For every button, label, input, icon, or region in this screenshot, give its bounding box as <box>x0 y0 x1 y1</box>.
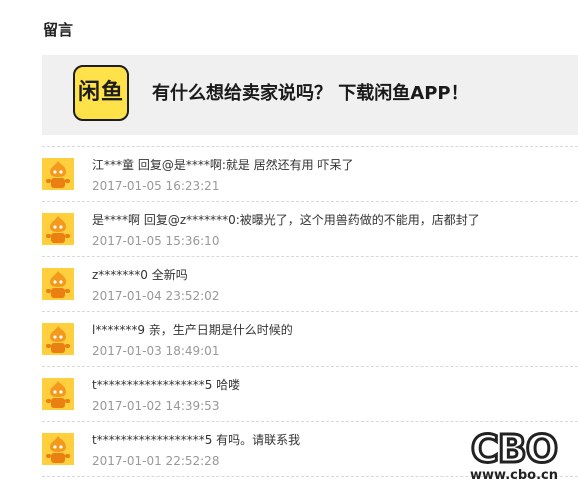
comment-item: 江***童 回复@是****啊:就是 居然还有用 吓呆了 2017-01-05 … <box>42 147 578 202</box>
comment-time: 2017-01-04 23:52:02 <box>92 289 220 303</box>
watermark-url: www.cbo.cn <box>470 468 558 483</box>
comment-item: t******************5 哈喽 2017-01-02 14:39… <box>42 367 578 422</box>
comment-item: 是****啊 回复@z*******0:被曝光了，这个用兽药做的不能用，店都封了… <box>42 202 578 257</box>
banner-text: 有什么想给卖家说吗？ 下载闲鱼APP！ <box>152 83 469 104</box>
comment-time: 2017-01-03 18:49:01 <box>92 344 220 358</box>
section-title: 留言 <box>43 21 74 39</box>
orange-mascot-icon <box>42 158 74 190</box>
xianyu-logo-icon: 闲鱼 <box>73 65 129 121</box>
comment-item: z*******0 全新吗 2017-01-04 23:52:02 <box>42 257 578 312</box>
orange-mascot-icon <box>42 268 74 300</box>
comment-time: 2017-01-01 22:52:28 <box>92 454 220 468</box>
comment-text: t******************5 有吗。请联系我 <box>92 433 301 447</box>
orange-mascot-icon <box>42 323 74 355</box>
download-app-banner[interactable]: 闲鱼 有什么想给卖家说吗？ 下载闲鱼APP！ <box>42 55 578 135</box>
comment-item: l*******9 亲，生产日期是什么时候的 2017-01-03 18:49:… <box>42 312 578 367</box>
orange-mascot-icon <box>42 378 74 410</box>
comment-time: 2017-01-02 14:39:53 <box>92 399 220 413</box>
comment-time: 2017-01-05 16:23:21 <box>92 179 220 193</box>
cbo-watermark: CBO www.cbo.cn <box>460 427 568 486</box>
orange-mascot-icon <box>42 433 74 465</box>
orange-mascot-icon <box>42 213 74 245</box>
comment-text: 是****啊 回复@z*******0:被曝光了，这个用兽药做的不能用，店都封了 <box>92 213 480 227</box>
comment-time: 2017-01-05 15:36:10 <box>92 234 220 248</box>
comment-text: l*******9 亲，生产日期是什么时候的 <box>92 323 293 337</box>
comment-text: z*******0 全新吗 <box>92 268 188 282</box>
comment-text: t******************5 哈喽 <box>92 378 241 392</box>
comment-text: 江***童 回复@是****啊:就是 居然还有用 吓呆了 <box>92 158 354 172</box>
watermark-letters: CBO <box>469 427 559 472</box>
